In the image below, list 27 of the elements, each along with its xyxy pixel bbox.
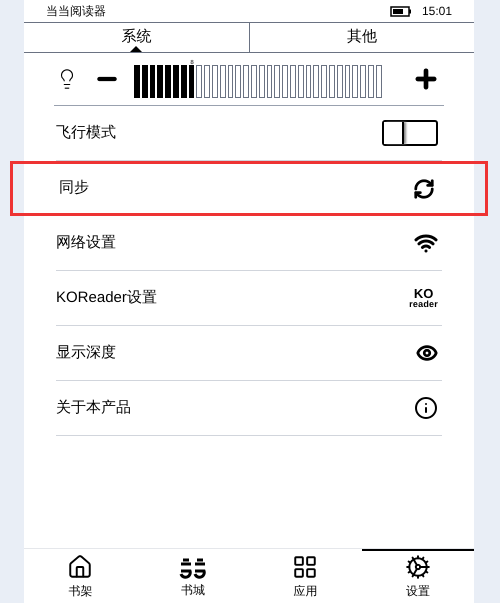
setting-label: 关于本产品 <box>56 398 131 418</box>
app-name: 当当阅读器 <box>46 3 106 20</box>
nav-tab[interactable]: 书架 <box>24 549 136 603</box>
setting-label: 飞行模式 <box>56 122 116 143</box>
nav-tab[interactable]: 设置 <box>362 549 474 603</box>
settings-row[interactable]: 显示深度 <box>56 326 442 381</box>
setting-label: 网络设置 <box>56 232 116 253</box>
settings-row[interactable]: 关于本产品 <box>56 381 442 436</box>
settings-row[interactable]: 网络设置 <box>56 216 442 271</box>
setting-label: KOReader设置 <box>56 288 157 308</box>
sync-icon <box>413 178 435 200</box>
settings-row[interactable]: KOReader设置 KO reader <box>56 271 442 326</box>
battery-icon <box>390 6 412 16</box>
nav-tab[interactable]: 书城 <box>136 549 249 603</box>
info-icon <box>414 396 438 420</box>
home-icon <box>67 554 94 580</box>
setting-label: 同步 <box>59 178 89 198</box>
settings-row[interactable]: 飞行模式 <box>56 106 442 161</box>
setting-label: 显示深度 <box>56 342 116 363</box>
eye-icon <box>416 342 438 364</box>
nav-tab[interactable]: 应用 <box>249 549 362 603</box>
koreader-logo: KO reader <box>409 287 438 309</box>
settings-row[interactable]: 同步 <box>10 161 488 216</box>
grid-icon <box>292 554 318 580</box>
gear-icon <box>404 554 431 580</box>
toggle-switch[interactable] <box>382 120 438 146</box>
clock-time: 15:01 <box>422 3 452 20</box>
